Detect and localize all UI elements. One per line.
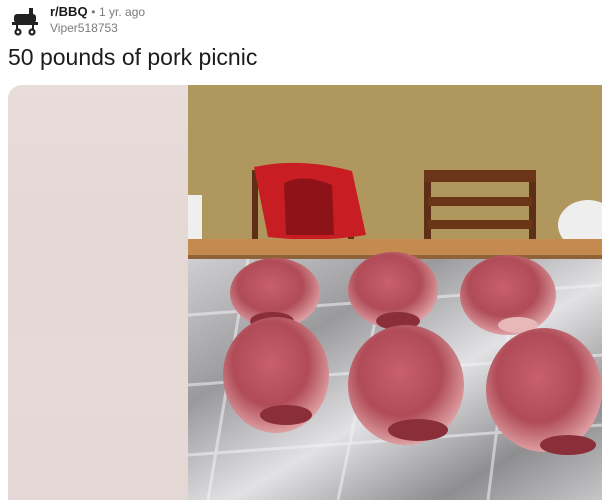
blurred-backdrop — [8, 85, 188, 500]
post-header: r/BBQ • 1 yr. ago Viper518753 — [0, 0, 602, 44]
post-media[interactable] — [8, 85, 602, 500]
subreddit-avatar[interactable] — [8, 4, 42, 38]
separator-dot: • — [91, 5, 96, 19]
post-meta: r/BBQ • 1 yr. ago Viper518753 — [50, 4, 145, 36]
smoker-grill-icon — [8, 4, 42, 38]
subreddit-link[interactable]: r/BBQ — [50, 4, 88, 19]
post-title[interactable]: 50 pounds of pork picnic — [8, 43, 257, 71]
post-age: 1 yr. ago — [99, 5, 146, 19]
author-link[interactable]: Viper518753 — [50, 21, 118, 35]
post-image[interactable] — [188, 85, 602, 500]
